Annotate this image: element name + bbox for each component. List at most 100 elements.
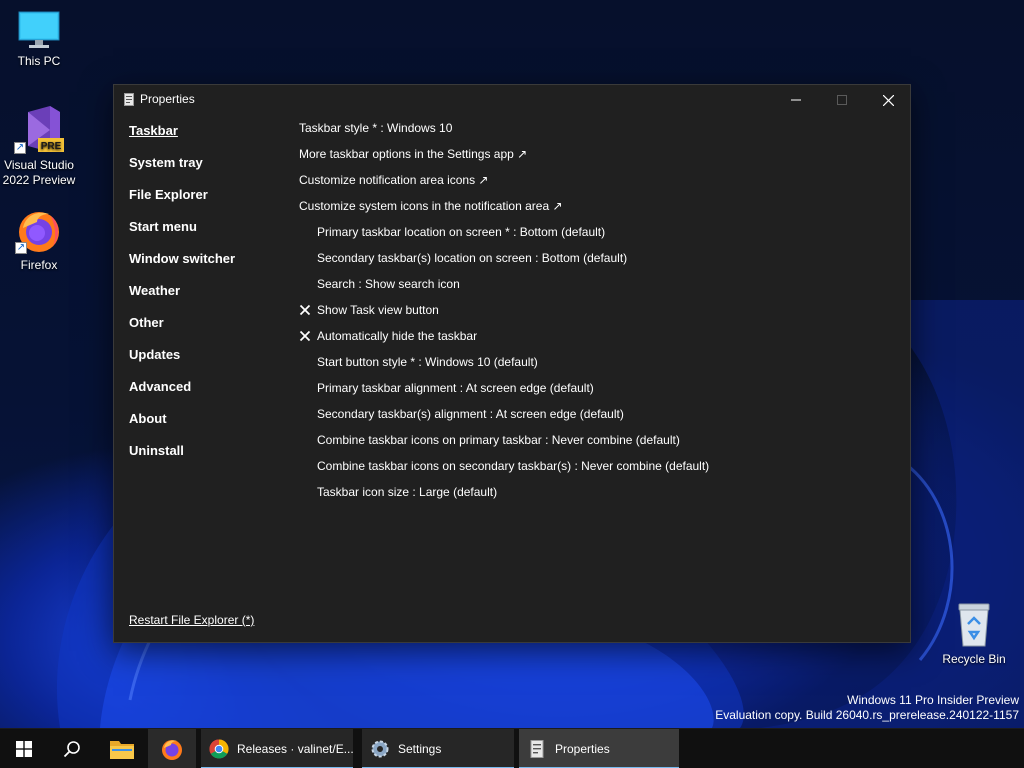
sidebar-item-window-switcher[interactable]: Window switcher — [129, 249, 279, 281]
setting-combine-secondary-icons[interactable]: Combine taskbar icons on secondary taskb… — [299, 456, 899, 482]
setting-taskbar-icon-size[interactable]: Taskbar icon size : Large (default) — [299, 482, 899, 508]
setting-label: Customize notification area icons ↗ — [299, 173, 489, 187]
sidebar-item-label: System tray — [129, 155, 203, 170]
setting-combine-primary-icons[interactable]: Combine taskbar icons on primary taskbar… — [299, 430, 899, 456]
taskbar-app-label: Settings — [398, 742, 442, 756]
sidebar-item-file-explorer[interactable]: File Explorer — [129, 185, 279, 217]
windows-logo-icon — [16, 741, 32, 757]
sidebar-item-other[interactable]: Other — [129, 313, 279, 345]
maximize-icon — [837, 95, 847, 105]
setting-label: Start button style * : Windows 10 (defau… — [317, 355, 538, 369]
setting-label: Show Task view button — [317, 303, 439, 317]
title-bar[interactable]: Properties — [114, 85, 910, 115]
monitor-icon — [17, 10, 61, 50]
taskbar: Releases · valinet/E... Settings Propert… — [0, 728, 1024, 768]
search-icon — [63, 741, 80, 758]
setting-label: Search : Show search icon — [317, 277, 460, 291]
taskbar-settings-list: Taskbar style * : Windows 10 More taskba… — [299, 118, 899, 508]
taskbar-app-label: Properties — [555, 742, 610, 756]
setting-label: Secondary taskbar(s) location on screen … — [317, 251, 628, 265]
desktop-icon-label: Recycle Bin — [942, 652, 1006, 666]
taskbar-app-settings[interactable]: Settings — [362, 729, 514, 768]
taskbar-app-chrome[interactable]: Releases · valinet/E... — [201, 729, 353, 768]
search-button[interactable] — [48, 729, 96, 768]
setting-label: Secondary taskbar(s) alignment : At scre… — [317, 407, 624, 421]
setting-primary-taskbar-alignment[interactable]: Primary taskbar alignment : At screen ed… — [299, 378, 899, 404]
setting-customize-notification-icons-link[interactable]: Customize notification area icons ↗ — [299, 170, 899, 196]
evaluation-watermark: Windows 11 Pro Insider Preview Evaluatio… — [715, 693, 1019, 723]
sidebar-item-label: Advanced — [129, 379, 192, 394]
sidebar-item-system-tray[interactable]: System tray — [129, 153, 279, 185]
setting-customize-system-icons-link[interactable]: Customize system icons in the notificati… — [299, 196, 899, 222]
setting-label: Primary taskbar location on screen * : B… — [317, 225, 606, 239]
sidebar-item-taskbar[interactable]: Taskbar — [129, 121, 279, 153]
desktop-icon-firefox[interactable]: ↗ Firefox — [1, 206, 77, 273]
settings-gear-icon — [371, 740, 389, 758]
taskbar-app-label: Releases · valinet/E... — [237, 742, 353, 756]
folder-icon — [110, 741, 134, 759]
taskbar-app-properties[interactable]: Properties — [519, 729, 679, 768]
setting-label: Taskbar icon size : Large (default) — [317, 485, 498, 499]
setting-secondary-taskbar-alignment[interactable]: Secondary taskbar(s) alignment : At scre… — [299, 404, 899, 430]
setting-start-button-style[interactable]: Start button style * : Windows 10 (defau… — [299, 352, 899, 378]
sidebar-item-label: About — [129, 411, 167, 426]
setting-label: More taskbar options in the Settings app… — [299, 147, 528, 161]
setting-more-taskbar-options-link[interactable]: More taskbar options in the Settings app… — [299, 144, 899, 170]
sidebar-item-weather[interactable]: Weather — [129, 281, 279, 313]
desktop-icon-label: Firefox — [20, 258, 58, 272]
setting-label: Automatically hide the taskbar — [317, 329, 478, 343]
properties-window: Properties Taskbar System tray File Expl… — [113, 84, 911, 643]
checked-x-icon — [299, 330, 311, 342]
sidebar-item-updates[interactable]: Updates — [129, 345, 279, 377]
sidebar-item-label: File Explorer — [129, 187, 208, 202]
sidebar-item-label: Uninstall — [129, 443, 184, 458]
setting-label: Taskbar style * : Windows 10 — [299, 121, 453, 135]
setting-secondary-taskbar-location[interactable]: Secondary taskbar(s) location on screen … — [299, 248, 899, 274]
pre-badge: PRE — [41, 141, 62, 152]
sidebar-item-about[interactable]: About — [129, 409, 279, 441]
sidebar-item-label: Window switcher — [129, 251, 236, 266]
desktop-icon-this-pc[interactable]: This PC — [1, 10, 77, 69]
checked-x-icon — [299, 304, 311, 316]
sidebar-item-label: Other — [129, 315, 164, 330]
start-button[interactable] — [0, 729, 48, 768]
firefox-icon: ↗ — [15, 206, 63, 254]
sidebar-item-label: Weather — [129, 283, 181, 298]
setting-search[interactable]: Search : Show search icon — [299, 274, 899, 300]
firefox-icon — [162, 740, 182, 760]
watermark-build: Evaluation copy. Build 26040.rs_prerelea… — [715, 708, 1019, 722]
shortcut-arrow-icon: ↗ — [15, 242, 27, 254]
sidebar-item-advanced[interactable]: Advanced — [129, 377, 279, 409]
shortcut-arrow-icon: ↗ — [14, 142, 26, 154]
setting-auto-hide-taskbar[interactable]: Automatically hide the taskbar — [299, 326, 899, 352]
recycle-bin-icon — [955, 602, 993, 648]
properties-icon — [530, 740, 544, 758]
sidebar-item-uninstall[interactable]: Uninstall — [129, 441, 279, 473]
firefox-taskbar-button[interactable] — [148, 729, 196, 768]
sidebar-item-label: Updates — [129, 347, 181, 362]
desktop-icon-label: Visual Studio 2022 Preview — [2, 158, 76, 187]
sidebar-nav: Taskbar System tray File Explorer Start … — [129, 121, 279, 473]
setting-show-task-view-button[interactable]: Show Task view button — [299, 300, 899, 326]
restart-file-explorer-link[interactable]: Restart File Explorer (*) — [129, 613, 254, 627]
desktop-icon-label: This PC — [17, 54, 61, 68]
minimize-icon — [791, 99, 801, 101]
watermark-edition: Windows 11 Pro Insider Preview — [847, 693, 1019, 707]
setting-label: Customize system icons in the notificati… — [299, 199, 563, 213]
setting-label: Combine taskbar icons on primary taskbar… — [317, 433, 680, 447]
setting-label: Primary taskbar alignment : At screen ed… — [317, 381, 594, 395]
setting-primary-taskbar-location[interactable]: Primary taskbar location on screen * : B… — [299, 222, 899, 248]
setting-taskbar-style[interactable]: Taskbar style * : Windows 10 — [299, 118, 899, 144]
properties-app-icon — [124, 93, 134, 106]
desktop-icon-recycle-bin[interactable]: Recycle Bin — [936, 602, 1012, 667]
sidebar-item-label: Start menu — [129, 219, 197, 234]
file-explorer-button[interactable] — [98, 729, 146, 768]
sidebar-item-start-menu[interactable]: Start menu — [129, 217, 279, 249]
maximize-button[interactable] — [819, 85, 865, 115]
close-button[interactable] — [865, 85, 911, 115]
window-title: Properties — [140, 92, 195, 106]
desktop-icon-visual-studio[interactable]: PRE ↗ Visual Studio 2022 Preview — [1, 104, 77, 188]
minimize-button[interactable] — [773, 85, 819, 115]
visual-studio-icon: PRE ↗ — [14, 104, 64, 154]
chrome-icon — [209, 739, 229, 759]
